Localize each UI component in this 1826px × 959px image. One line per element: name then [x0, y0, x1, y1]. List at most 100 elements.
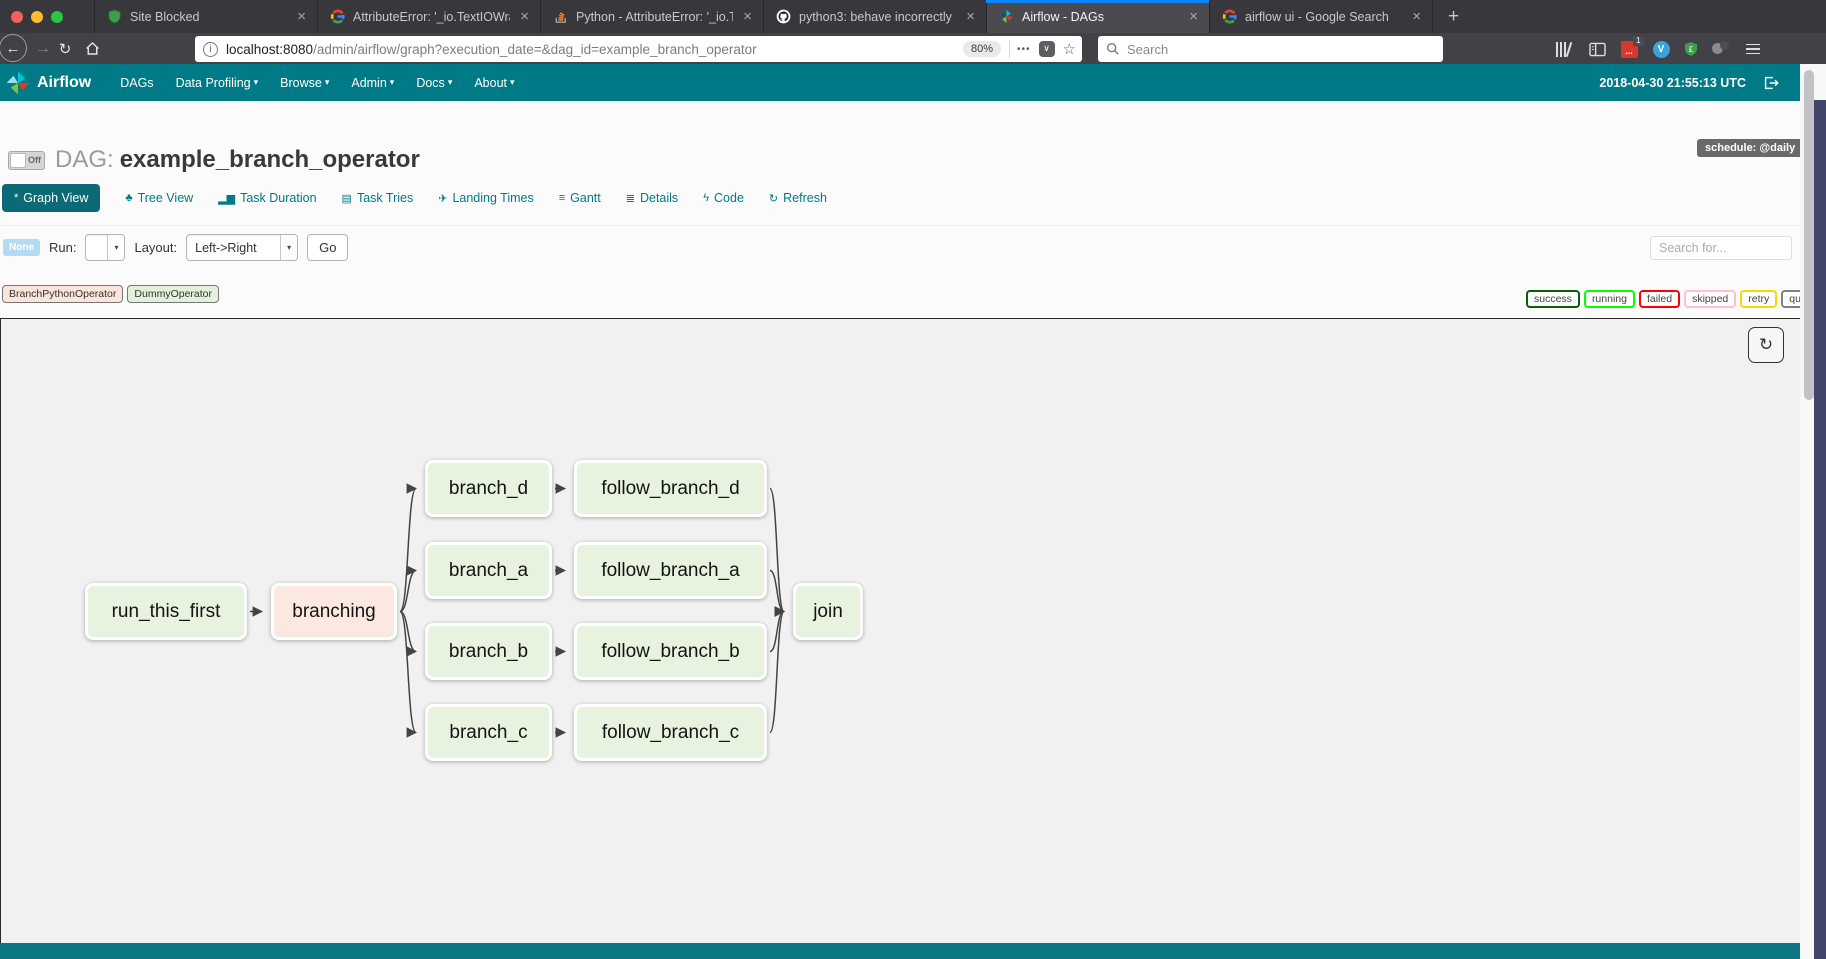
browser-tab-airflow-dags[interactable]: Airflow - DAGs ×: [986, 0, 1209, 33]
scrollbar-thumb[interactable]: [1804, 70, 1814, 400]
logout-icon[interactable]: [1762, 74, 1780, 92]
forward-button[interactable]: →: [31, 36, 55, 61]
tab-task-duration[interactable]: ▂▆Task Duration: [218, 191, 316, 205]
google-favicon: [1221, 9, 1237, 25]
airflow-favicon: [998, 9, 1014, 25]
zoom-level-badge[interactable]: 80%: [963, 41, 1001, 57]
close-window-button[interactable]: [11, 11, 23, 23]
urlbar-separator: [1009, 40, 1010, 58]
browser-tab-attributeerror[interactable]: AttributeError: '_io.TextIOWrapp ×: [317, 0, 540, 33]
close-icon[interactable]: ×: [741, 8, 754, 25]
task-duration-icon: ▂▆: [218, 192, 235, 205]
close-icon[interactable]: ×: [1410, 8, 1423, 25]
dag-node-join[interactable]: join: [793, 583, 863, 640]
bookmark-star-icon[interactable]: ☆: [1063, 40, 1076, 58]
browser-search-input[interactable]: [1127, 42, 1407, 57]
tab-title: AttributeError: '_io.TextIOWrapp: [353, 10, 510, 24]
go-button[interactable]: Go: [307, 234, 348, 261]
dag-node-branching[interactable]: branching: [271, 583, 397, 640]
dag-title-prefix: DAG:: [55, 146, 114, 174]
tab-graph-view[interactable]: *Graph View: [2, 184, 100, 212]
site-info-icon[interactable]: i: [203, 42, 218, 57]
tab-tree-view[interactable]: ♣Tree View: [125, 191, 193, 205]
refresh-icon: ↻: [769, 192, 778, 205]
menu-item-about[interactable]: About▾: [463, 76, 525, 90]
red-extension-icon[interactable]: ...1: [1618, 38, 1640, 60]
chevron-down-icon: ▾: [107, 235, 124, 260]
tree-view-icon: ♣: [125, 192, 132, 204]
operator-legend: BranchPythonOperator DummyOperator: [2, 285, 219, 303]
browser-tab-python-attributeerror[interactable]: Python - AttributeError: '_io.Tex ×: [540, 0, 763, 33]
dag-node-branch_d[interactable]: branch_d: [425, 460, 552, 517]
back-button[interactable]: ←: [0, 34, 27, 62]
close-icon[interactable]: ×: [1187, 8, 1200, 25]
chevron-down-icon: ▾: [280, 235, 297, 260]
tab-landing-times[interactable]: ✈Landing Times: [438, 191, 534, 205]
page-actions-icon[interactable]: •••: [1017, 44, 1031, 55]
menu-item-docs[interactable]: Docs▾: [405, 76, 463, 90]
status-badge-retry: retry: [1740, 290, 1777, 308]
menu-item-data-profiling[interactable]: Data Profiling▾: [165, 76, 270, 90]
tab-gantt[interactable]: ≡Gantt: [559, 191, 601, 205]
reload-button[interactable]: ↻: [53, 36, 77, 61]
minimize-window-button[interactable]: [31, 11, 43, 23]
spheres-extension-icon[interactable]: [1710, 38, 1732, 60]
tab-refresh[interactable]: ↻Refresh: [769, 191, 827, 205]
dag-node-branch_b[interactable]: branch_b: [425, 623, 552, 680]
menu-item-browse[interactable]: Browse▾: [269, 76, 340, 90]
menu-hamburger-icon[interactable]: [1742, 38, 1764, 60]
pocket-icon[interactable]: ∨: [1039, 41, 1055, 57]
search-icon: [1106, 42, 1120, 56]
run-select[interactable]: ▾: [85, 234, 125, 261]
browser-tab-python3-behave[interactable]: python3: behave incorrectly mo ×: [763, 0, 986, 33]
browser-tab-site-blocked[interactable]: Site Blocked ×: [94, 0, 317, 33]
url-bar[interactable]: i localhost:8080 /admin/airflow/graph?ex…: [195, 36, 1082, 62]
run-none-badge: None: [3, 239, 40, 256]
dag-canvas[interactable]: ↻ run_this_firstbranchingbranch_dfollow_…: [0, 318, 1813, 944]
sidebar-icon[interactable]: [1586, 38, 1608, 60]
layout-select[interactable]: Left->Right▾: [186, 234, 298, 261]
dag-node-branch_a[interactable]: branch_a: [425, 542, 552, 599]
extension-badge: 1: [1633, 36, 1643, 46]
task-search-input[interactable]: [1650, 236, 1792, 260]
dag-node-follow_branch_c[interactable]: follow_branch_c: [574, 704, 767, 761]
tab-title: Site Blocked: [130, 10, 287, 24]
dag-node-follow_branch_b[interactable]: follow_branch_b: [574, 623, 767, 680]
chevron-down-icon: ▾: [325, 77, 330, 88]
tab-task-tries[interactable]: ▤Task Tries: [342, 191, 414, 205]
blue-extension-icon[interactable]: V: [1650, 38, 1672, 60]
url-host: localhost:8080: [226, 42, 313, 57]
close-icon[interactable]: ×: [295, 8, 308, 25]
status-legend: success running failed skipped retry que…: [1526, 285, 1826, 313]
dag-node-follow_branch_a[interactable]: follow_branch_a: [574, 542, 767, 599]
library-icon[interactable]: [1552, 38, 1574, 60]
code-icon: ϟ: [703, 192, 709, 204]
status-badge-running: running: [1584, 290, 1635, 308]
menu-item-admin[interactable]: Admin▾: [340, 76, 405, 90]
shield-extension-icon[interactable]: £: [1680, 38, 1702, 60]
layout-label: Layout:: [134, 240, 177, 255]
dag-node-run_this_first[interactable]: run_this_first: [85, 583, 247, 640]
close-icon[interactable]: ×: [964, 8, 977, 25]
url-path: /admin/airflow/graph?execution_date=&dag…: [313, 42, 963, 57]
browser-tab-google-search[interactable]: airflow ui - Google Search ×: [1209, 0, 1432, 33]
tab-details[interactable]: ≣Details: [626, 191, 678, 205]
browser-search-bar[interactable]: [1098, 36, 1443, 62]
dag-node-branch_c[interactable]: branch_c: [425, 704, 552, 761]
dag-node-follow_branch_d[interactable]: follow_branch_d: [574, 460, 767, 517]
graph-view-icon: *: [14, 192, 18, 204]
new-tab-button[interactable]: +: [1432, 0, 1474, 33]
stackoverflow-favicon: [552, 9, 568, 25]
tab-code[interactable]: ϟCode: [703, 191, 744, 205]
schedule-badge: schedule: @daily: [1697, 139, 1803, 157]
chevron-down-icon: ▾: [510, 77, 515, 88]
airflow-brand[interactable]: Airflow: [5, 70, 91, 96]
close-icon[interactable]: ×: [518, 8, 531, 25]
menu-item-dags[interactable]: DAGs: [109, 76, 164, 90]
home-button[interactable]: [80, 36, 104, 61]
dag-pause-toggle[interactable]: Off: [8, 151, 45, 170]
brand-name: Airflow: [37, 74, 91, 92]
zoom-window-button[interactable]: [51, 11, 63, 23]
status-badge-skipped: skipped: [1684, 290, 1736, 308]
tab-title: Python - AttributeError: '_io.Tex: [576, 10, 733, 24]
